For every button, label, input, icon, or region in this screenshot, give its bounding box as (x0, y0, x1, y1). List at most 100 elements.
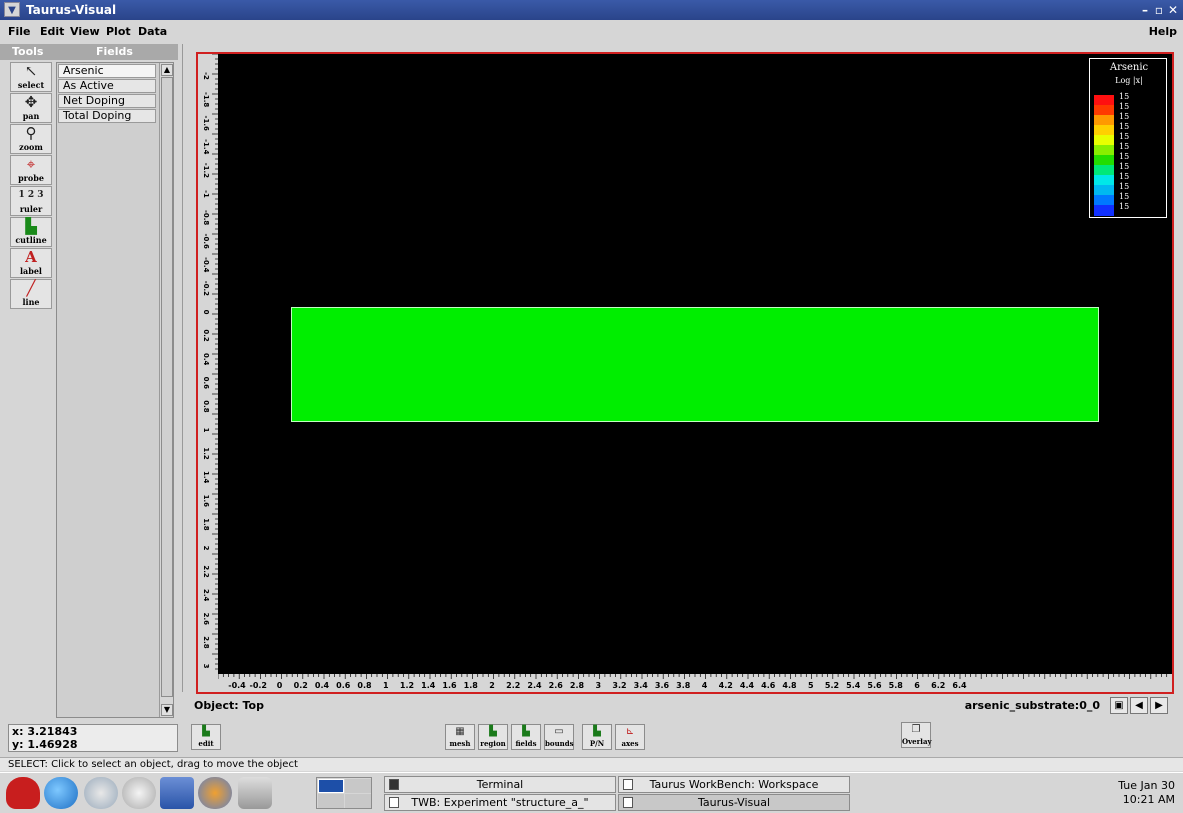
scroll-up-arrow-icon[interactable]: ▲ (161, 64, 173, 76)
tool-zoom-button[interactable]: ⚲ zoom (10, 124, 52, 154)
object-label: Object: Top (194, 699, 264, 712)
presentation-icon[interactable] (198, 777, 232, 809)
pn-button[interactable]: ▙ P/N (582, 724, 612, 750)
legend-value: 15 (1119, 152, 1130, 161)
bounds-icon: ▭ (554, 726, 564, 737)
x-tick-label: 4 (702, 681, 708, 690)
y-tick-label: 2.4 (202, 589, 210, 602)
edit-button[interactable]: ▙ edit (191, 724, 221, 750)
fields-scrollbar[interactable]: ▲ ▼ (159, 63, 173, 717)
menu-help[interactable]: Help (1149, 25, 1177, 39)
legend-value: 15 (1119, 182, 1130, 191)
text-editor-icon[interactable] (122, 777, 156, 809)
x-tick-label: -0.2 (250, 681, 268, 690)
tool-label: zoom (19, 142, 43, 152)
office-suite-icon[interactable] (160, 777, 194, 809)
scroll-thumb[interactable] (161, 77, 173, 697)
y-coordinate: y: 1.46928 (12, 738, 78, 751)
x-tick-label: 2.4 (527, 681, 542, 690)
next-arrow-icon[interactable]: ▶ (1150, 697, 1168, 714)
y-tick-label: 0.2 (202, 329, 210, 342)
crosshair-icon: ⌖ (26, 155, 36, 173)
window-title: Taurus-Visual (26, 3, 117, 17)
overlay-icon: ❐ (911, 724, 921, 735)
scroll-down-arrow-icon[interactable]: ▼ (161, 704, 173, 716)
taskbar: Terminal Taurus WorkBench: Workspace TWB… (0, 772, 1183, 813)
bounds-button[interactable]: ▭ bounds (544, 724, 574, 750)
menu-edit[interactable]: Edit (40, 25, 64, 39)
x-tick-label: 4.4 (740, 681, 755, 690)
task-taurus-visual[interactable]: Taurus-Visual (618, 794, 850, 811)
legend-value: 15 (1119, 142, 1130, 151)
menu-plot[interactable]: Plot (106, 25, 131, 39)
tool-select-button[interactable]: ↖ select (10, 62, 52, 92)
workspace-3[interactable] (318, 794, 344, 808)
email-client-icon[interactable] (84, 777, 118, 809)
x-axis: -0.4 -0.2 0 0.2 0.4 0.6 0.8 1 1.2 1.4 1.6 1.8 2 2.2 2.… (218, 674, 1172, 692)
y-tick-label: -0.8 (202, 210, 210, 225)
y-tick-label: 1.8 (202, 518, 210, 531)
x-tick-label: 1 (383, 681, 389, 690)
mesh-label: mesh (449, 739, 471, 748)
tool-probe-button[interactable]: ⌖ probe (10, 155, 52, 185)
legend-swatch (1094, 205, 1114, 216)
tool-pan-button[interactable]: ✥ pan (10, 93, 52, 123)
clock[interactable]: Tue Jan 30 10:21 AM (1118, 779, 1175, 807)
x-tick-label: 1.6 (442, 681, 457, 690)
task-experiment[interactable]: TWB: Experiment "structure_a_" (384, 794, 616, 811)
tool-cutline-button[interactable]: ▙ cutline (10, 217, 52, 247)
x-tick-label: 4.2 (719, 681, 733, 690)
window-menu-button[interactable]: ▼ (4, 2, 20, 17)
x-tick-label: 3.8 (676, 681, 691, 690)
field-item-arsenic[interactable]: Arsenic (58, 64, 156, 78)
overlay-button[interactable]: ❐ Overlay (901, 722, 932, 748)
mesh-button[interactable]: ▦ mesh (445, 724, 475, 750)
task-workbench[interactable]: Taurus WorkBench: Workspace (618, 776, 850, 793)
window-toggle-icon[interactable]: ▣ (1110, 697, 1128, 714)
previous-arrow-icon[interactable]: ◀ (1130, 697, 1148, 714)
redhat-menu-icon[interactable] (6, 777, 40, 809)
legend-value: 15 (1119, 172, 1130, 181)
structure-region-top[interactable] (291, 307, 1099, 422)
y-tick-label: 1 (202, 428, 210, 433)
task-label: TWB: Experiment "structure_a_" (411, 796, 589, 809)
menu-data[interactable]: Data (138, 25, 167, 39)
tool-label-button[interactable]: A label (10, 248, 52, 278)
y-tick-label: -1 (202, 190, 210, 198)
cutline-icon: ▙ (25, 217, 37, 235)
menu-file[interactable]: File (8, 25, 31, 39)
web-browser-icon[interactable] (44, 777, 78, 809)
workspace-4[interactable] (345, 794, 371, 808)
axes-button[interactable]: ⊾ axes (615, 724, 645, 750)
x-tick-label: 2 (489, 681, 495, 690)
field-item-net-doping[interactable]: Net Doping (58, 94, 156, 108)
workspace-pager[interactable] (316, 777, 372, 809)
x-tick-label: 2.6 (549, 681, 564, 690)
workspace-2[interactable] (345, 779, 371, 793)
window-icon (389, 797, 399, 808)
y-tick-label: -0.2 (202, 281, 210, 296)
close-button[interactable]: ✕ (1165, 3, 1181, 17)
substrate-label: arsenic_substrate:0_0 (964, 699, 1100, 712)
tool-ruler-button[interactable]: 1 2 3 ruler (10, 186, 52, 216)
y-tick-label: -1.4 (202, 139, 210, 154)
x-tick-label: 0.4 (315, 681, 330, 690)
x-tick-label: 0 (277, 681, 283, 690)
legend-title: Arsenic (1109, 62, 1149, 73)
menu-view[interactable]: View (70, 25, 100, 39)
tool-label: ruler (19, 204, 43, 214)
tool-line-button[interactable]: ╱ line (10, 279, 52, 309)
printer-icon[interactable] (238, 777, 272, 809)
region-button[interactable]: ▙ region (478, 724, 508, 750)
y-tick-label: 0 (202, 310, 210, 315)
magnifier-icon: ⚲ (25, 124, 37, 142)
x-tick-label: 3.4 (634, 681, 649, 690)
window-icon (623, 797, 633, 808)
fields-button[interactable]: ▙ fields (511, 724, 541, 750)
task-terminal[interactable]: Terminal (384, 776, 616, 793)
x-tick-label: 5.6 (867, 681, 882, 690)
title-bar: ▼ Taurus-Visual – ▫ ✕ (0, 0, 1183, 20)
field-item-as-active[interactable]: As Active (58, 79, 156, 93)
workspace-1[interactable] (318, 779, 344, 793)
field-item-total-doping[interactable]: Total Doping (58, 109, 156, 123)
